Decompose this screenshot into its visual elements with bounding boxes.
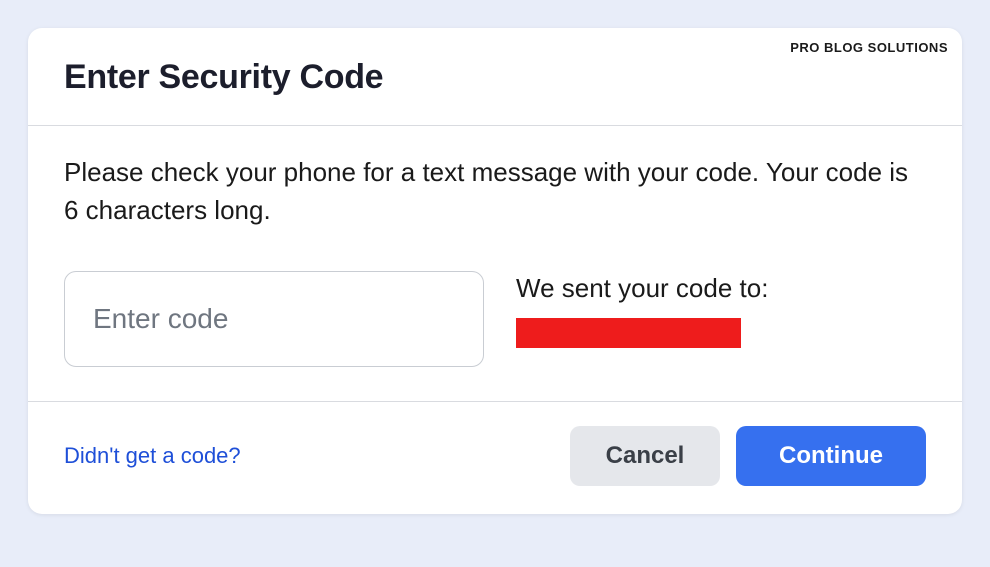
redacted-phone-number: [516, 318, 741, 348]
modal-footer: Didn't get a code? Cancel Continue: [28, 402, 962, 514]
input-row: We sent your code to:: [64, 271, 926, 367]
code-input[interactable]: [64, 271, 484, 367]
watermark-text: PRO BLOG SOLUTIONS: [790, 40, 948, 55]
modal-body: Please check your phone for a text messa…: [28, 126, 962, 402]
modal-title: Enter Security Code: [64, 58, 926, 97]
sent-to-label: We sent your code to:: [516, 273, 926, 304]
sent-to-section: We sent your code to:: [516, 271, 926, 348]
cancel-button[interactable]: Cancel: [570, 426, 720, 486]
continue-button[interactable]: Continue: [736, 426, 926, 486]
security-code-modal: Enter Security Code Please check your ph…: [28, 28, 962, 514]
didnt-get-code-link[interactable]: Didn't get a code?: [64, 443, 241, 469]
instruction-text: Please check your phone for a text messa…: [64, 154, 926, 229]
